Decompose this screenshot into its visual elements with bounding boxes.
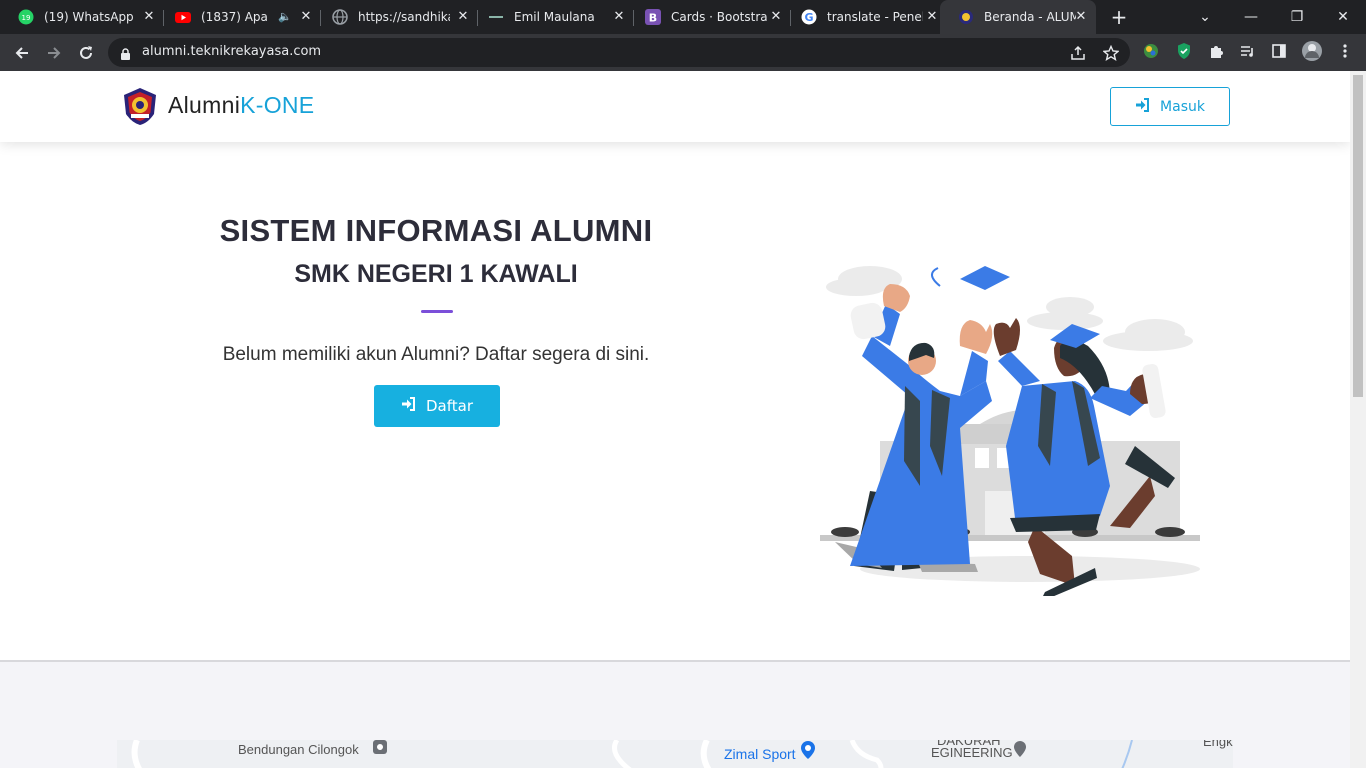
tab-translate[interactable]: G translate - Penelu ✕ bbox=[783, 0, 947, 34]
tab-beranda-active[interactable]: Beranda - ALUMN ✕ bbox=[940, 0, 1096, 34]
site-navbar: AlumniK-ONE Masuk bbox=[0, 71, 1350, 142]
close-icon[interactable]: ✕ bbox=[299, 10, 313, 24]
close-icon[interactable]: ✕ bbox=[769, 10, 783, 24]
school-logo-icon[interactable] bbox=[120, 86, 160, 126]
tab-sandhikag[interactable]: https://sandhikag ✕ bbox=[314, 0, 478, 34]
map-label: Engk bbox=[1203, 740, 1233, 749]
close-icon[interactable]: ✕ bbox=[456, 10, 470, 24]
register-button[interactable]: Daftar bbox=[374, 385, 500, 427]
profile-avatar[interactable] bbox=[1301, 40, 1323, 62]
svg-text:19: 19 bbox=[22, 14, 31, 22]
extension-globe-icon[interactable] bbox=[1142, 42, 1160, 60]
register-label: Daftar bbox=[426, 397, 473, 415]
share-icon[interactable] bbox=[1070, 45, 1086, 61]
whatsapp-icon: 19 bbox=[18, 9, 34, 25]
close-icon[interactable]: ✕ bbox=[925, 10, 939, 24]
tab-label: Cards · Bootstrap bbox=[671, 10, 767, 24]
star-icon[interactable] bbox=[1102, 44, 1120, 61]
title-divider bbox=[421, 310, 453, 313]
forward-button[interactable] bbox=[41, 40, 67, 66]
login-label: Masuk bbox=[1160, 98, 1205, 115]
tab-youtube[interactable]: (1837) Apa ya 🔈 ✕ bbox=[157, 0, 321, 34]
lock-icon[interactable] bbox=[120, 46, 131, 65]
youtube-icon bbox=[175, 9, 191, 25]
globe-icon bbox=[332, 9, 348, 25]
close-icon[interactable]: ✕ bbox=[612, 10, 626, 24]
brand-accent: K-ONE bbox=[240, 92, 315, 118]
map-label: Bendungan Cilongok bbox=[238, 742, 359, 757]
speaker-icon[interactable]: 🔈 bbox=[278, 10, 292, 23]
tab-label: translate - Penelu bbox=[827, 10, 923, 24]
hero-title: SISTEM INFORMASI ALUMNI bbox=[219, 213, 653, 248]
map-pin-icon[interactable] bbox=[1012, 740, 1028, 762]
scrollbar-thumb[interactable] bbox=[1353, 75, 1363, 397]
google-icon: G bbox=[801, 9, 817, 25]
close-window-button[interactable]: ✕ bbox=[1320, 0, 1366, 34]
site-brand[interactable]: AlumniK-ONE bbox=[168, 92, 314, 119]
brand-prefix: Alumni bbox=[168, 92, 241, 118]
tab-bootstrap[interactable]: B Cards · Bootstrap ✕ bbox=[627, 0, 791, 34]
media-queue-icon[interactable] bbox=[1238, 42, 1256, 60]
new-tab-button[interactable]: + bbox=[1108, 6, 1130, 28]
sign-in-icon bbox=[1135, 97, 1150, 116]
address-bar[interactable]: alumni.teknikrekayasa.com bbox=[108, 38, 1130, 67]
arrow-right-icon bbox=[48, 47, 61, 59]
embedded-map[interactable]: Bendungan Cilongok Zimal Sport DAKURAH E… bbox=[117, 740, 1233, 768]
page-scrollbar[interactable] bbox=[1350, 71, 1366, 768]
school-logo-icon bbox=[958, 9, 974, 25]
shield-icon[interactable] bbox=[1175, 42, 1193, 60]
browser-toolbar: alumni.teknikrekayasa.com bbox=[0, 34, 1366, 71]
login-button[interactable]: Masuk bbox=[1110, 87, 1230, 126]
tab-label: Beranda - ALUMN bbox=[984, 10, 1076, 24]
puzzle-icon[interactable] bbox=[1207, 42, 1225, 60]
url-text[interactable]: alumni.teknikrekayasa.com bbox=[142, 44, 321, 59]
map-pin-icon[interactable] bbox=[799, 740, 817, 764]
arrow-left-icon bbox=[15, 47, 28, 59]
minimize-button[interactable]: — bbox=[1228, 0, 1274, 34]
web-page: AlumniK-ONE Masuk SISTEM INFORMASI ALUMN… bbox=[0, 71, 1350, 768]
map-label: Zimal Sport bbox=[724, 746, 796, 762]
svg-text:B: B bbox=[649, 12, 657, 25]
reload-button[interactable] bbox=[73, 40, 99, 66]
map-pin-icon[interactable] bbox=[371, 740, 389, 760]
sign-in-icon bbox=[401, 397, 416, 415]
tab-label: (1837) Apa ya bbox=[201, 10, 267, 24]
bootstrap-icon: B bbox=[645, 9, 661, 25]
tab-whatsapp[interactable]: 19 (19) WhatsApp ✕ bbox=[0, 0, 164, 34]
reload-icon bbox=[80, 46, 92, 59]
graduation-illustration bbox=[810, 196, 1210, 602]
close-icon[interactable]: ✕ bbox=[1074, 10, 1088, 24]
tab-label: (19) WhatsApp bbox=[44, 10, 134, 24]
side-panel-icon[interactable] bbox=[1270, 42, 1288, 60]
browser-tab-strip: 19 (19) WhatsApp ✕ (1837) Apa ya 🔈 ✕ htt… bbox=[0, 0, 1366, 34]
hero-text: Belum memiliki akun Alumni? Daftar seger… bbox=[222, 344, 650, 365]
tab-emil[interactable]: Emil Maulana ✕ bbox=[470, 0, 634, 34]
map-label: EGINEERING bbox=[931, 745, 1013, 760]
close-icon[interactable]: ✕ bbox=[142, 10, 156, 24]
tab-label: https://sandhikag bbox=[358, 10, 450, 24]
svg-text:G: G bbox=[804, 11, 813, 24]
tab-label: Emil Maulana bbox=[514, 10, 595, 24]
more-vert-icon[interactable] bbox=[1336, 42, 1354, 60]
hero-subtitle: SMK NEGERI 1 KAWALI bbox=[294, 260, 578, 288]
back-button[interactable] bbox=[9, 40, 35, 66]
restore-button[interactable]: ❐ bbox=[1274, 0, 1320, 34]
dash-icon bbox=[488, 9, 504, 25]
chevron-down-icon[interactable]: ⌄ bbox=[1182, 0, 1228, 34]
